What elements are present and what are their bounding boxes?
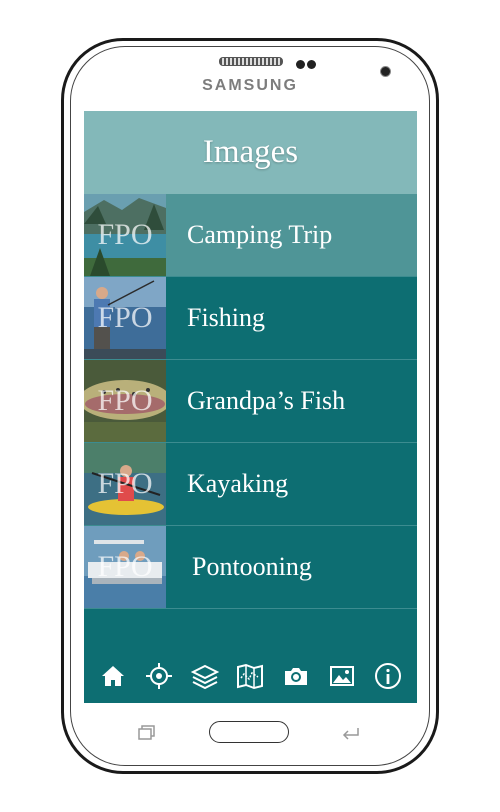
placeholder-watermark: FPO bbox=[97, 384, 153, 417]
list-item-label: Kayaking bbox=[187, 469, 289, 498]
thumbnail-pontooning: FPO bbox=[84, 526, 166, 608]
info-icon[interactable] bbox=[372, 660, 404, 692]
app-screen: Images FPO Camping Trip FPO Fishing FPO … bbox=[84, 111, 417, 703]
list-item-fishing[interactable]: FPO Fishing bbox=[84, 277, 417, 360]
bottom-toolbar bbox=[84, 656, 417, 696]
list-item-label: Camping Trip bbox=[187, 220, 333, 249]
light-sensor bbox=[307, 60, 316, 69]
thumbnail-fishing: FPO bbox=[84, 277, 166, 359]
earpiece-speaker bbox=[219, 57, 283, 66]
camera-icon[interactable] bbox=[280, 660, 312, 692]
page-title: Images bbox=[202, 134, 299, 170]
recent-apps-icon[interactable] bbox=[138, 725, 156, 740]
placeholder-watermark: FPO bbox=[97, 550, 153, 583]
back-icon[interactable] bbox=[340, 724, 362, 740]
thumbnail-grandpas-fish: FPO bbox=[84, 360, 166, 442]
placeholder-watermark: FPO bbox=[97, 467, 153, 500]
list-item-pontooning[interactable]: FPO Pontooning bbox=[84, 526, 417, 609]
image-list: FPO Camping Trip FPO Fishing FPO Grandpa… bbox=[84, 194, 417, 609]
front-camera bbox=[380, 66, 391, 77]
list-item-camping-trip[interactable]: FPO Camping Trip bbox=[84, 194, 417, 277]
map-icon[interactable] bbox=[234, 660, 266, 692]
home-icon[interactable] bbox=[97, 660, 129, 692]
proximity-sensor bbox=[296, 60, 305, 69]
layers-icon[interactable] bbox=[189, 660, 221, 692]
image-icon[interactable] bbox=[326, 660, 358, 692]
list-item-label: Grandpa’s Fish bbox=[187, 386, 346, 415]
placeholder-watermark: FPO bbox=[97, 301, 153, 334]
thumbnail-kayaking: FPO bbox=[84, 443, 166, 525]
locate-icon[interactable] bbox=[143, 660, 175, 692]
thumbnail-camping-trip: FPO bbox=[84, 194, 166, 276]
list-item-grandpas-fish[interactable]: FPO Grandpa’s Fish bbox=[84, 360, 417, 443]
home-button[interactable] bbox=[209, 721, 289, 743]
list-item-label: Pontooning bbox=[192, 552, 312, 581]
placeholder-watermark: FPO bbox=[97, 218, 153, 251]
brand-logo: SAMSUNG bbox=[202, 77, 298, 94]
list-item-kayaking[interactable]: FPO Kayaking bbox=[84, 443, 417, 526]
app-header: Images bbox=[84, 111, 417, 194]
list-item-label: Fishing bbox=[187, 303, 266, 332]
